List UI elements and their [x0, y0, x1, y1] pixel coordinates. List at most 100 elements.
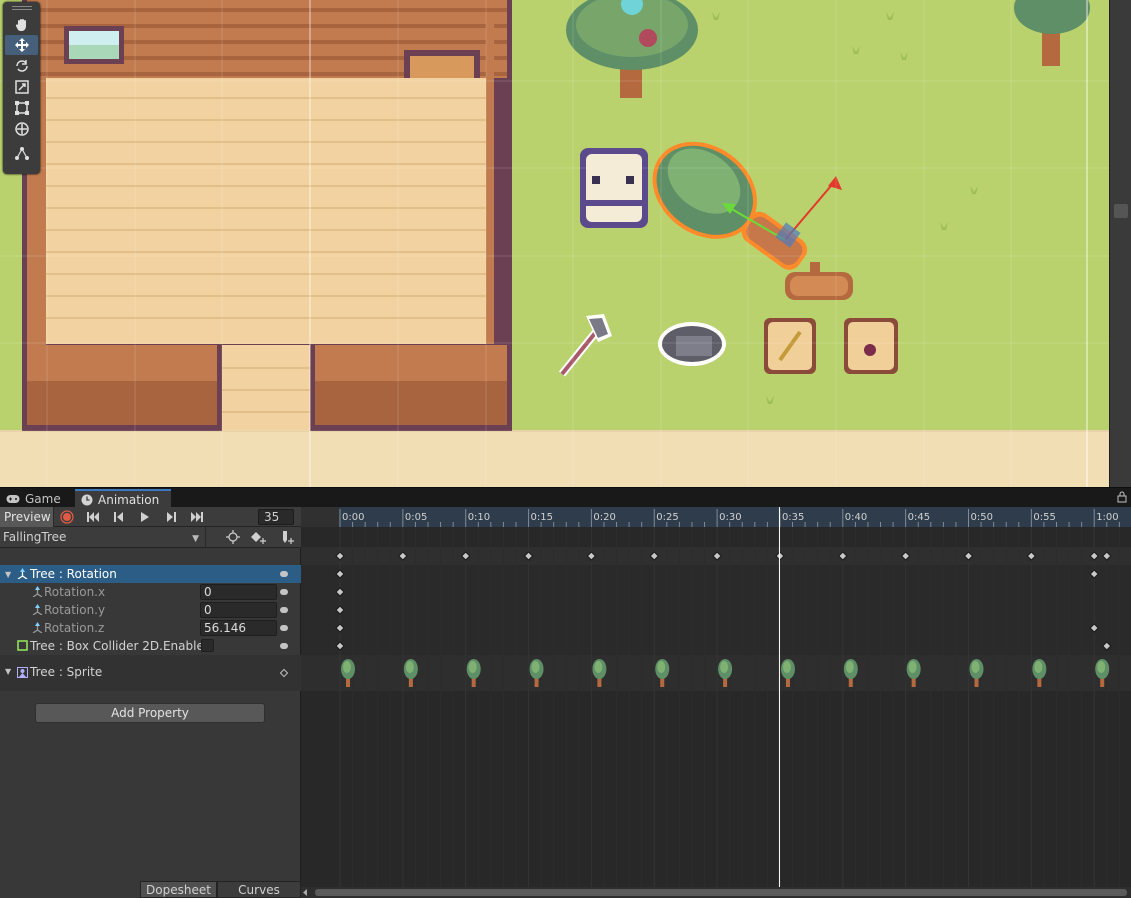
record-button[interactable] [54, 507, 80, 527]
transform-icon [17, 568, 28, 579]
preview-button[interactable]: Preview [0, 506, 54, 527]
rotation-z-field[interactable]: 56.146 [200, 620, 277, 636]
crosshair-icon [226, 530, 240, 544]
add-property-button[interactable]: Add Property [35, 703, 265, 723]
tab-dopesheet[interactable]: Dopesheet [140, 881, 217, 898]
property-box-collider-enabled[interactable]: Tree : Box Collider 2D.Enabled [0, 637, 301, 655]
clock-icon [81, 494, 93, 505]
keyframe-diamond-icon[interactable] [279, 668, 289, 678]
foldout-arrow-icon[interactable]: ▼ [5, 667, 11, 676]
rect-transform-icon [14, 101, 29, 115]
add-keyframe-icon [251, 532, 266, 544]
sprite-canopy-highlight [908, 661, 917, 673]
ruler-tick-label: 1:00 [1096, 512, 1118, 523]
tab-game[interactable]: Game [0, 489, 75, 508]
rect-tool-button[interactable] [5, 98, 38, 118]
animation-window: Preview 35 FallingTree ▼ ▼ Tree: Rotati… [0, 506, 1131, 898]
ruler-tick-label: 0:05 [405, 512, 427, 523]
rotation-x-field[interactable]: 0 [200, 584, 277, 600]
sprite-canopy-highlight [657, 661, 666, 673]
step-back-icon [114, 511, 123, 522]
playback-controls: Preview 35 [0, 506, 301, 527]
property-label: Tree : Rotation [30, 567, 117, 581]
first-keyframe-button[interactable] [80, 507, 106, 527]
keyframe-options-icon[interactable] [280, 607, 288, 613]
horizontal-scrollbar-thumb[interactable] [315, 889, 1127, 896]
sprite-canopy-highlight [782, 661, 791, 673]
dropdown-arrow-icon: ▼ [192, 534, 199, 544]
sprite-canopy-highlight [468, 661, 477, 673]
property-rotation-x[interactable]: Rotation.x 0 [0, 583, 301, 601]
ruler-tick-label: 0:40 [845, 512, 867, 523]
property-label: Rotation.z [44, 621, 105, 635]
gamepad-icon [6, 494, 20, 503]
transform-all-icon [14, 122, 29, 136]
toolbar-grip[interactable] [11, 6, 32, 10]
step-forward-icon [167, 511, 176, 522]
move-tool-button[interactable] [5, 35, 38, 55]
property-tree-rotation[interactable]: ▼ Tree : Rotation [0, 565, 301, 583]
house-sprite [22, 0, 512, 431]
keyframe-options-icon[interactable] [280, 571, 288, 577]
filter-by-selection-button[interactable] [220, 527, 246, 547]
enabled-checkbox[interactable] [201, 639, 214, 652]
add-event-icon [283, 531, 294, 544]
property-rotation-z[interactable]: Rotation.z 56.146 [0, 619, 301, 637]
current-frame-field[interactable]: 35 [258, 508, 294, 525]
lock-icon[interactable] [1117, 491, 1127, 503]
property-label: Rotation.y [44, 603, 106, 617]
keyframe-options-icon[interactable] [280, 589, 288, 595]
clip-dropdown[interactable]: FallingTree ▼ [0, 527, 206, 547]
previous-keyframe-button[interactable] [106, 507, 132, 527]
foldout-arrow-icon[interactable]: ▼ [5, 570, 11, 579]
scale-tool-button[interactable] [5, 77, 38, 97]
scene-view[interactable] [0, 0, 1131, 487]
property-rotation-y[interactable]: Rotation.y 0 [0, 601, 301, 619]
skip-to-end-icon [191, 511, 203, 522]
scene-tools-overlay [3, 2, 40, 174]
sprite-canopy-highlight [1034, 661, 1043, 673]
record-icon [60, 509, 74, 524]
custom-editor-tool-icon [14, 147, 29, 160]
sprite-canopy-highlight [343, 661, 351, 673]
keyframe-options-icon[interactable] [280, 625, 288, 631]
hand-icon [15, 19, 26, 31]
cat-character-sprite [580, 148, 648, 228]
tab-animation[interactable]: Animation [75, 489, 171, 508]
sprite-canopy-highlight [594, 661, 603, 673]
scene-canvas[interactable] [0, 0, 1109, 487]
ruler-tick-label: 0:50 [971, 512, 993, 523]
tab-curves[interactable]: Curves [217, 881, 301, 898]
transform-tool-button[interactable] [5, 119, 38, 139]
rotate-tool-button[interactable] [5, 56, 38, 76]
last-keyframe-button[interactable] [184, 507, 210, 527]
scene-scrollbar-thumb[interactable] [1114, 204, 1128, 218]
rotation-y-field[interactable]: 0 [200, 602, 277, 618]
add-keyframe-button[interactable] [246, 527, 272, 547]
property-tree-sprite[interactable]: ▼ Tree : Sprite [0, 655, 301, 691]
transform-icon [32, 604, 43, 615]
dopesheet-timeline[interactable]: 0:00 0:05 0:10 0:15 0:20 0:25 0:30 0:35 0:40 0:45… [301, 507, 1131, 898]
berry-seed-bag-item [844, 318, 898, 374]
rotate-icon [15, 60, 28, 72]
play-button[interactable] [132, 507, 158, 527]
sprite-canopy-highlight [405, 661, 414, 673]
ruler-tick-label: 0:20 [593, 512, 615, 523]
hand-tool-button[interactable] [5, 14, 38, 34]
add-event-button[interactable] [274, 527, 300, 547]
tab-game-label: Game [25, 491, 61, 506]
keyframe-options-icon[interactable] [280, 643, 288, 649]
scene-scrollbar[interactable] [1109, 0, 1131, 487]
next-keyframe-button[interactable] [158, 507, 184, 527]
custom-tool-button[interactable] [5, 144, 38, 164]
ruler-tick-label: 0:55 [1033, 512, 1055, 523]
ruler-tick-label: 0:30 [719, 512, 741, 523]
move-arrows-icon [14, 38, 29, 52]
sprite-canopy-highlight [1097, 661, 1106, 673]
view-mode-tabs: Dopesheet Curves [0, 881, 301, 898]
animation-properties-panel: Preview 35 FallingTree ▼ ▼ Tree: Rotati… [0, 506, 301, 898]
sprite-canopy-highlight [971, 661, 980, 673]
ruler-tick-label: 0:15 [531, 512, 553, 523]
ruler-tick-label: 0:00 [342, 512, 364, 523]
dopesheet[interactable]: 0:00 0:05 0:10 0:15 0:20 0:25 0:30 0:35 0:40 0:45… [301, 507, 1131, 898]
